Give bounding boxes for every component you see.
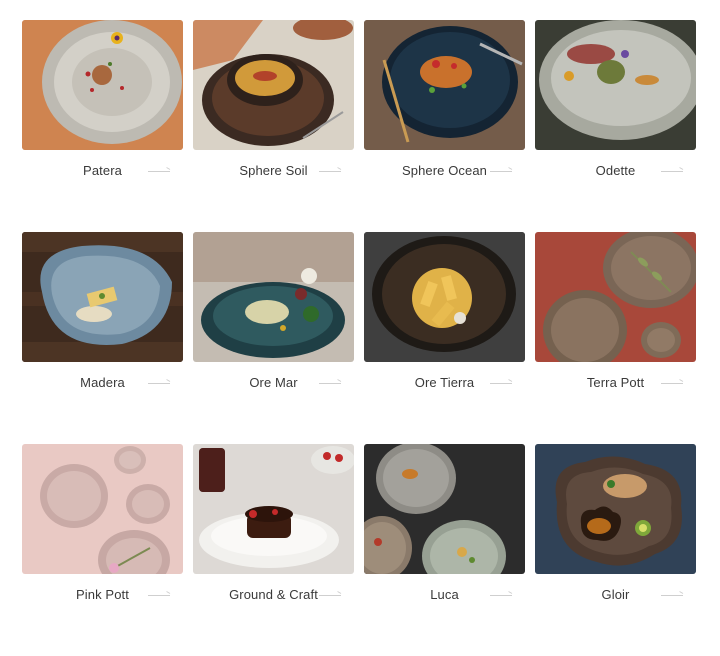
arrow-right-icon xyxy=(319,171,341,172)
collection-card-gloir[interactable]: Gloir xyxy=(535,444,696,656)
collection-image-ground-craft[interactable] xyxy=(193,444,354,574)
arrow-right-icon xyxy=(661,595,683,596)
arrow-right-icon xyxy=(661,171,683,172)
collection-image-ore-mar[interactable] xyxy=(193,232,354,362)
collection-card-ground-craft[interactable]: Ground & Craft xyxy=(193,444,354,656)
arrow-right-icon xyxy=(319,595,341,596)
arrow-right-icon xyxy=(319,383,341,384)
collection-card-pink-pott[interactable]: Pink Pott xyxy=(22,444,183,656)
collection-image-sphere-ocean[interactable] xyxy=(364,20,525,150)
collection-image-patera[interactable] xyxy=(22,20,183,150)
collection-card-odette[interactable]: Odette xyxy=(535,20,696,232)
collection-card-patera[interactable]: Patera xyxy=(22,20,183,232)
collection-image-pink-pott[interactable] xyxy=(22,444,183,574)
arrow-right-icon xyxy=(661,383,683,384)
collection-image-madera[interactable] xyxy=(22,232,183,362)
collection-grid: Patera Sphere Soil Sphere Ocean Odette M… xyxy=(22,20,696,656)
collection-image-terra-pott[interactable] xyxy=(535,232,696,362)
arrow-right-icon xyxy=(490,383,512,384)
arrow-right-icon xyxy=(148,171,170,172)
collection-card-sphere-ocean[interactable]: Sphere Ocean xyxy=(364,20,525,232)
collection-card-madera[interactable]: Madera xyxy=(22,232,183,444)
collection-image-gloir[interactable] xyxy=(535,444,696,574)
arrow-right-icon xyxy=(148,595,170,596)
collection-card-ore-mar[interactable]: Ore Mar xyxy=(193,232,354,444)
arrow-right-icon xyxy=(490,595,512,596)
collection-image-luca[interactable] xyxy=(364,444,525,574)
collection-image-odette[interactable] xyxy=(535,20,696,150)
collection-image-sphere-soil[interactable] xyxy=(193,20,354,150)
collection-card-terra-pott[interactable]: Terra Pott xyxy=(535,232,696,444)
collection-card-ore-tierra[interactable]: Ore Tierra xyxy=(364,232,525,444)
collection-image-ore-tierra[interactable] xyxy=(364,232,525,362)
collection-card-luca[interactable]: Luca xyxy=(364,444,525,656)
arrow-right-icon xyxy=(490,171,512,172)
arrow-right-icon xyxy=(148,383,170,384)
collection-card-sphere-soil[interactable]: Sphere Soil xyxy=(193,20,354,232)
